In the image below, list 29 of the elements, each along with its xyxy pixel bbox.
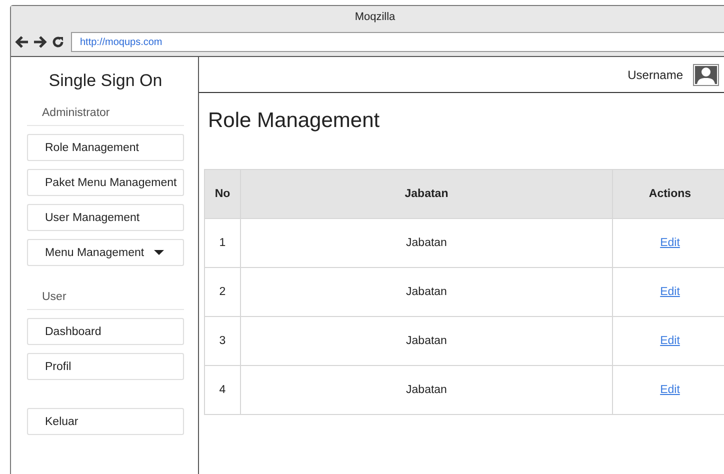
column-header: No bbox=[204, 170, 240, 218]
section-label: User bbox=[27, 291, 184, 310]
table-cell: Jabatan bbox=[240, 218, 612, 268]
sidebar-item[interactable]: Dashboard bbox=[27, 318, 184, 345]
sidebar-dropdown[interactable]: Menu Management bbox=[27, 239, 184, 266]
table-cell: 1 bbox=[204, 218, 240, 268]
edit-link[interactable]: Edit bbox=[660, 286, 680, 298]
column-header: Actions bbox=[612, 170, 724, 218]
table-cell: 3 bbox=[204, 316, 240, 366]
logout-button[interactable]: Keluar bbox=[27, 408, 184, 435]
table-cell: Jabatan bbox=[240, 316, 612, 366]
table-cell: Jabatan bbox=[240, 366, 612, 414]
edit-link[interactable]: Edit bbox=[660, 335, 680, 347]
table-cell: 4 bbox=[204, 366, 240, 414]
page-title: Role Management bbox=[208, 109, 381, 133]
app-title: Single Sign On bbox=[48, 71, 164, 91]
window-title: Moqzilla bbox=[354, 11, 396, 23]
sidebar-item[interactable]: User Management bbox=[27, 204, 184, 231]
edit-link[interactable]: Edit bbox=[660, 384, 680, 396]
table-cell: Jabatan bbox=[240, 268, 612, 316]
sidebar-item[interactable]: Profil bbox=[27, 353, 184, 380]
section-label: Administrator bbox=[27, 107, 184, 126]
sidebar-item[interactable]: Role Management bbox=[27, 134, 184, 161]
username-label: Username bbox=[628, 68, 683, 82]
sidebar-item[interactable]: Paket Menu Management bbox=[27, 169, 184, 196]
address-field[interactable]: http://moqups.com bbox=[71, 32, 724, 52]
table-cell: 2 bbox=[204, 268, 240, 316]
edit-link[interactable]: Edit bbox=[660, 237, 680, 249]
column-header: Jabatan bbox=[240, 170, 612, 218]
